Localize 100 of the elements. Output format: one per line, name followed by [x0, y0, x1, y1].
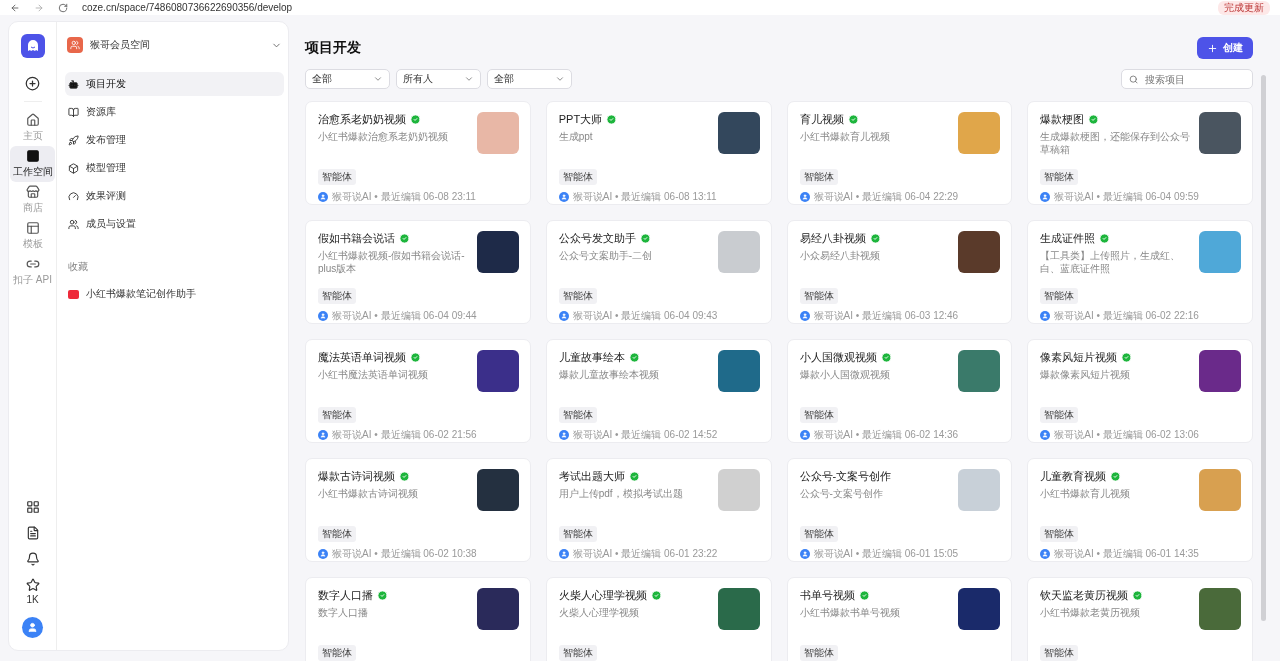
project-card[interactable]: 考试出题大师 用户上传pdf，模拟考试出题 智能体 猴哥说AI • 最近编辑 06-01 23:22: [545, 458, 772, 562]
home-icon: [25, 113, 40, 127]
scrollbar[interactable]: [1261, 75, 1266, 621]
thumbnail-placeholder: [958, 231, 1001, 273]
thumbnail-placeholder: [717, 588, 760, 630]
project-card[interactable]: PPT大师 生成ppt 智能体 猴哥说AI • 最近编辑 06-08 13:11: [545, 101, 772, 205]
project-card[interactable]: 生成证件照 【工具类】上传照片，生成红、白、蓝底证件照 智能体 猴哥说AI • 最近编辑 06-02 22:16: [1027, 220, 1253, 324]
thumbnail-placeholder: [958, 350, 1001, 392]
project-card[interactable]: 钦天监老黄历视频 小红书爆款老黄历视频 智能体: [1027, 577, 1253, 661]
card-tag: 智能体: [1040, 407, 1079, 423]
thumbnail-placeholder: [1199, 469, 1241, 511]
card-meta: 猴哥说AI • 最近编辑 06-02 10:38: [332, 547, 477, 561]
search-field[interactable]: 搜索项目: [1121, 69, 1253, 89]
project-card[interactable]: 爆款梗图 生成爆款梗图，还能保存到公众号草稿箱 智能体 猴哥说AI • 最近编辑 06-04 09:59: [1027, 101, 1253, 205]
star-icon: [25, 578, 40, 592]
space-selector[interactable]: 猴哥会员空间: [65, 34, 284, 56]
card-meta: 猴哥说AI • 最近编辑 06-08 23:11: [332, 190, 476, 204]
card-description: 小红书爆款育儿视频: [1040, 487, 1132, 500]
search-input[interactable]: 搜索项目: [1143, 72, 1245, 86]
card-title: 火柴人心理学视频: [558, 588, 647, 603]
card-tag: 智能体: [318, 526, 356, 542]
sidebar-item[interactable]: 发布管理: [65, 128, 284, 152]
project-card[interactable]: 儿童教育视频 小红书爆款育儿视频 智能体 猴哥说AI • 最近编辑 06-01 14:35: [1027, 458, 1253, 562]
star-button[interactable]: 1K: [25, 578, 40, 605]
thumbnail-placeholder: [476, 350, 519, 392]
sidebar-item[interactable]: 项目开发: [65, 72, 284, 96]
card-tag: 智能体: [558, 645, 597, 661]
card-description: 生成爆款梗图，还能保存到公众号草稿箱: [1040, 130, 1191, 156]
reload-icon[interactable]: [58, 2, 68, 13]
filter-select[interactable]: 所有人: [396, 69, 481, 89]
card-tag: 智能体: [1040, 288, 1079, 304]
favorite-item[interactable]: 小红书爆款笔记创作助手: [65, 282, 284, 306]
back-icon[interactable]: [10, 2, 20, 13]
card-description: 小红书爆款育儿视频: [799, 130, 891, 143]
card-meta: 猴哥说AI • 最近编辑 06-02 21:56: [332, 428, 477, 442]
filter-select[interactable]: 全部: [305, 69, 390, 89]
project-card[interactable]: 火柴人心理学视频 火柴人心理学视频 智能体: [545, 577, 772, 661]
sidebar-item[interactable]: 资源库: [65, 100, 284, 124]
space-name: 猴哥会员空间: [90, 38, 151, 52]
card-meta: 猴哥说AI • 最近编辑 06-01 14:35: [1054, 547, 1199, 561]
project-card[interactable]: 书单号视频 小红书爆款书单号视频 智能体: [786, 577, 1013, 661]
thumbnail-placeholder: [958, 112, 1001, 154]
card-title: 爆款古诗词视频: [318, 469, 395, 484]
user-avatar[interactable]: [22, 617, 43, 638]
logo-icon[interactable]: [20, 34, 45, 58]
document-icon[interactable]: [25, 526, 40, 540]
card-title: 假如书籍会说话: [318, 231, 395, 246]
sidebar-item[interactable]: 成员与设置: [65, 212, 284, 236]
card-title: 魔法英语单词视频: [318, 350, 406, 365]
card-description: 小红书爆款老黄历视频: [1040, 606, 1142, 619]
bell-icon[interactable]: [25, 552, 40, 566]
filter-select[interactable]: 全部: [487, 69, 572, 89]
project-card[interactable]: 易经八卦视频 小众易经八卦视频 智能体 猴哥说AI • 最近编辑 06-03 12:46: [786, 220, 1013, 324]
users-icon: [68, 218, 79, 230]
project-card[interactable]: 爆款古诗词视频 小红书爆款古诗词视频 智能体 猴哥说AI • 最近编辑 06-02 10:38: [305, 458, 531, 562]
card-title: 儿童教育视频: [1040, 469, 1107, 484]
apps-icon[interactable]: [25, 500, 40, 514]
sidebar-item[interactable]: 模型管理: [65, 156, 284, 180]
add-icon[interactable]: [25, 76, 40, 91]
card-description: 用户上传pdf，模拟考试出题: [558, 487, 684, 500]
project-card[interactable]: 魔法英语单词视频 小红书魔法英语单词视频 智能体 猴哥说AI • 最近编辑 06-02 21:56: [305, 339, 531, 443]
card-description: 数字人口播: [318, 606, 369, 619]
card-tag: 智能体: [318, 407, 356, 423]
update-button[interactable]: 完成更新: [1218, 0, 1270, 15]
thumbnail-placeholder: [1199, 112, 1241, 154]
sidebar-item[interactable]: 效果评测: [65, 184, 284, 208]
section-title: 收藏: [68, 260, 89, 274]
cube-icon: [68, 162, 79, 174]
thumbnail-placeholder: [717, 231, 760, 273]
rail-item[interactable]: 工作空间: [10, 146, 55, 182]
project-card[interactable]: 小人国微观视频 爆款小人国微观视频 智能体 猴哥说AI • 最近编辑 06-02 14:36: [786, 339, 1013, 443]
card-title: 考试出题大师: [558, 469, 625, 484]
card-description: 火柴人心理学视频: [558, 606, 640, 619]
card-description: 爆款小人国微观视频: [799, 368, 891, 381]
card-tag: 智能体: [799, 288, 838, 304]
project-card[interactable]: 公众号-文案号创作 公众号-文案号创作 智能体 猴哥说AI • 最近编辑 06-01 15:05: [786, 458, 1013, 562]
project-card[interactable]: 像素风短片视频 爆款像素风短片视频 智能体 猴哥说AI • 最近编辑 06-02 13:06: [1027, 339, 1253, 443]
card-description: 小红书爆款视频-假如书籍会说话-plus版本: [318, 249, 466, 275]
card-tag: 智能体: [318, 288, 356, 304]
project-card[interactable]: 育儿视频 小红书爆款育儿视频 智能体 猴哥说AI • 最近编辑 06-04 22:29: [786, 101, 1013, 205]
project-card[interactable]: 数字人口播 数字人口播 智能体: [305, 577, 531, 661]
author-avatar: [558, 430, 569, 440]
url-text[interactable]: coze.cn/space/7486080736622690356/develop: [82, 2, 1204, 13]
card-tag: 智能体: [799, 526, 838, 542]
thumbnail-placeholder: [717, 350, 760, 392]
project-card[interactable]: 治愈系老奶奶视频 小红书爆款治愈系老奶奶视频 智能体 猴哥说AI • 最近编辑 06-08 23:11: [305, 101, 531, 205]
layout-icon: [25, 221, 40, 235]
project-card[interactable]: 假如书籍会说话 小红书爆款视频-假如书籍会说话-plus版本 智能体 猴哥说AI • 最近编辑 06-04 09:44: [305, 220, 531, 324]
thumbnail-placeholder: [1199, 588, 1241, 630]
author-avatar: [558, 549, 569, 559]
thumbnail-placeholder: [476, 469, 519, 511]
card-title: 小人国微观视频: [799, 350, 877, 365]
card-title: 数字人口播: [318, 588, 373, 603]
thumbnail-placeholder: [476, 112, 519, 154]
card-meta: 猴哥说AI • 最近编辑 06-04 09:43: [572, 309, 718, 323]
card-meta: 猴哥说AI • 最近编辑 06-02 14:36: [813, 428, 959, 442]
project-card[interactable]: 儿童故事绘本 爆款儿童故事绘本视频 智能体 猴哥说AI • 最近编辑 06-02 14:52: [545, 339, 772, 443]
create-button[interactable]: 创建: [1197, 37, 1253, 59]
project-card[interactable]: 公众号发文助手 公众号文案助手-二创 智能体 猴哥说AI • 最近编辑 06-04 09:43: [545, 220, 772, 324]
page-title: 项目开发: [305, 39, 361, 57]
